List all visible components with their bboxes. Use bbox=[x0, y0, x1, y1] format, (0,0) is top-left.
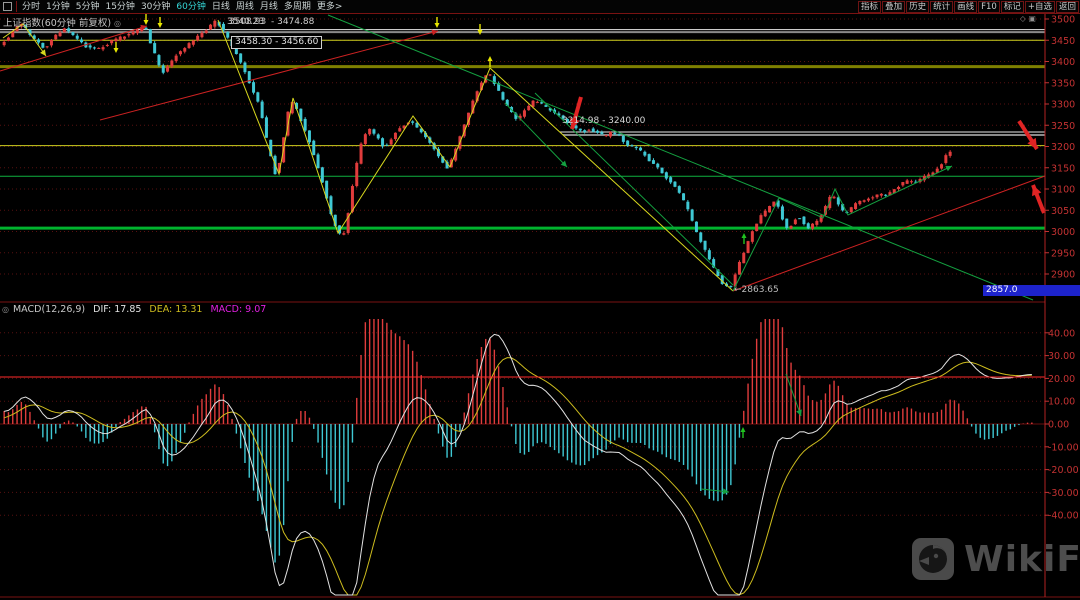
btn-back[interactable]: 返回 bbox=[1056, 1, 1079, 13]
gap-price-c: - 3474.88 bbox=[271, 17, 314, 27]
annotation-mid-range: 3214.98 - 3240.00 bbox=[562, 116, 645, 126]
price-macd-chart[interactable]: 3500 3450 3400 3350 3300 3250 3200 3150 3100 3050… bbox=[0, 0, 1080, 600]
tab-tick[interactable]: 分时 bbox=[22, 1, 40, 13]
svg-text:2900: 2900 bbox=[1051, 270, 1075, 281]
chart-title: 上证指数(60分钟 前复权)◎ bbox=[3, 15, 121, 29]
macd-params-label: MACD(12,26,9) bbox=[13, 304, 85, 315]
tab-monthly[interactable]: 月线 bbox=[260, 1, 278, 13]
svg-text:30.00: 30.00 bbox=[1048, 351, 1075, 362]
svg-text:3050: 3050 bbox=[1051, 206, 1075, 217]
svg-text:-10.00: -10.00 bbox=[1048, 442, 1079, 453]
svg-text:3300: 3300 bbox=[1051, 100, 1075, 111]
period-tabs: 分时 1分钟 5分钟 15分钟 30分钟 60分钟 日线 周线 月线 多周期 更… bbox=[22, 1, 342, 13]
btn-draw-line[interactable]: 画线 bbox=[954, 1, 977, 13]
svg-text:3100: 3100 bbox=[1051, 185, 1075, 196]
toolbar-divider bbox=[16, 1, 17, 12]
dea-value: DEA: 13.31 bbox=[149, 304, 202, 315]
svg-text:0.00: 0.00 bbox=[1048, 420, 1069, 431]
macd-label-row: ◎ MACD(12,26,9) DIF: 17.85 DEA: 13.31 MACD: … bbox=[2, 304, 266, 315]
svg-text:-40.00: -40.00 bbox=[1048, 511, 1079, 522]
tab-30min[interactable]: 30分钟 bbox=[141, 1, 170, 13]
svg-text:3450: 3450 bbox=[1051, 36, 1075, 47]
svg-text:3150: 3150 bbox=[1051, 163, 1075, 174]
price-low-tag: 2857.0 bbox=[983, 285, 1080, 296]
svg-text:3250: 3250 bbox=[1051, 121, 1075, 132]
dif-value: DIF: 17.85 bbox=[93, 304, 141, 315]
pane-icons: ◇▣ bbox=[1020, 14, 1039, 23]
svg-text:3200: 3200 bbox=[1051, 142, 1075, 153]
btn-indicator[interactable]: 指标 bbox=[858, 1, 881, 13]
pane-icon-right[interactable]: ▣ bbox=[1029, 14, 1039, 23]
indicator-collapse-icon[interactable]: ◎ bbox=[2, 305, 9, 314]
tab-5min[interactable]: 5分钟 bbox=[76, 1, 100, 13]
tab-weekly[interactable]: 周线 bbox=[236, 1, 254, 13]
tab-more[interactable]: 更多> bbox=[317, 1, 343, 13]
btn-overlay[interactable]: 叠加 bbox=[882, 1, 905, 13]
svg-text:3400: 3400 bbox=[1051, 57, 1075, 68]
toolbar: 分时 1分钟 5分钟 15分钟 30分钟 60分钟 日线 周线 月线 多周期 更… bbox=[0, 0, 1080, 14]
btn-f10[interactable]: F10 bbox=[978, 1, 1000, 13]
macd-value: MACD: 9.07 bbox=[210, 304, 266, 315]
tab-multi-period[interactable]: 多周期 bbox=[284, 1, 311, 13]
tab-daily[interactable]: 日线 bbox=[212, 1, 230, 13]
svg-text:-30.00: -30.00 bbox=[1048, 488, 1079, 499]
collapse-icon[interactable]: ◎ bbox=[114, 19, 121, 28]
svg-text:2950: 2950 bbox=[1051, 248, 1075, 259]
trading-terminal: WikiFX 350034503400335033003250320031503… bbox=[0, 0, 1080, 600]
btn-statistics[interactable]: 统计 bbox=[930, 1, 953, 13]
svg-text:40.00: 40.00 bbox=[1048, 328, 1075, 339]
svg-text:20.00: 20.00 bbox=[1048, 374, 1075, 385]
btn-mark[interactable]: 标记 bbox=[1001, 1, 1024, 13]
svg-text:10.00: 10.00 bbox=[1048, 397, 1075, 408]
window-icon[interactable] bbox=[3, 2, 12, 11]
symbol-period-label: 上证指数(60分钟 前复权) bbox=[3, 18, 111, 29]
btn-history[interactable]: 历史 bbox=[906, 1, 929, 13]
annotation-low-price: ←2863.65 bbox=[734, 285, 779, 295]
annotation-boxed-range: 3458.30 - 3456.60 bbox=[231, 36, 322, 49]
tab-15min[interactable]: 15分钟 bbox=[105, 1, 134, 13]
svg-text:3500: 3500 bbox=[1051, 15, 1075, 26]
annotation-gap-range: 3540.23 3508.93 - 3474.88 bbox=[227, 17, 347, 28]
svg-text:3000: 3000 bbox=[1051, 227, 1075, 238]
tab-1min[interactable]: 1分钟 bbox=[46, 1, 70, 13]
gap-price-b: 3508.93 bbox=[229, 17, 266, 27]
pane-icon-left[interactable]: ◇ bbox=[1020, 14, 1029, 23]
right-toolbar: 指标 叠加 历史 统计 画线 F10 标记 +自选 返回 bbox=[857, 0, 1079, 13]
btn-add-watchlist[interactable]: +自选 bbox=[1025, 1, 1055, 13]
tab-60min-selected[interactable]: 60分钟 bbox=[176, 1, 205, 13]
svg-text:-20.00: -20.00 bbox=[1048, 465, 1079, 476]
svg-text:3350: 3350 bbox=[1051, 78, 1075, 89]
